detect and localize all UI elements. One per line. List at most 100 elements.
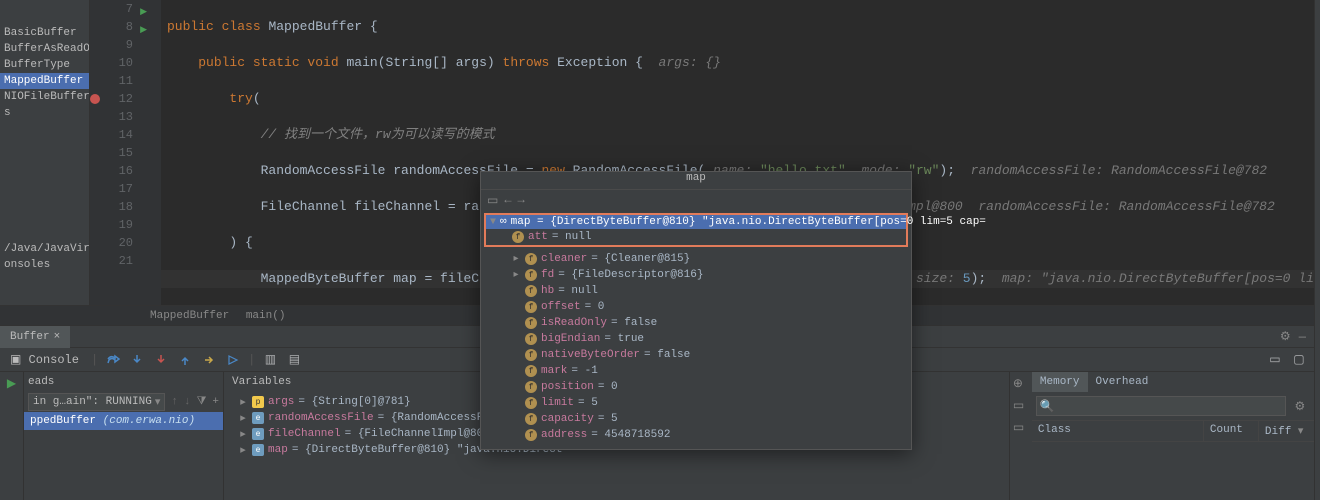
restore-icon[interactable]: ▢: [1290, 351, 1308, 369]
popup-field-node[interactable]: f capacity = 5: [481, 411, 911, 427]
line-number: 12: [119, 92, 133, 106]
field-icon: f: [525, 413, 537, 425]
popup-field-value: = false: [644, 349, 690, 361]
line-number: 15: [119, 146, 133, 160]
chevron-icon[interactable]: ▸: [238, 411, 248, 425]
filter-icon[interactable]: ⧩: [197, 396, 207, 408]
memory-tab[interactable]: Memory: [1032, 372, 1088, 392]
popup-field-node[interactable]: f limit = 5: [481, 395, 911, 411]
popup-field-name: isReadOnly: [541, 317, 607, 329]
chevron-icon[interactable]: ▸: [238, 427, 248, 441]
step-out-icon[interactable]: [176, 351, 194, 369]
tool-icon[interactable]: ▭: [1013, 398, 1029, 414]
popup-field-value: = false: [611, 317, 657, 329]
field-icon: f: [525, 365, 537, 377]
breadcrumb-class[interactable]: MappedBuffer: [150, 310, 229, 322]
tree-item[interactable]: BufferAsReadOnly: [0, 41, 89, 57]
popup-field-value: = 0: [585, 301, 605, 313]
popup-field-value: = 5: [598, 413, 618, 425]
breadcrumb-method[interactable]: main(): [246, 310, 286, 322]
popup-field-node[interactable]: f att = null: [486, 229, 906, 245]
step-over-icon[interactable]: [104, 351, 122, 369]
popup-field-value: = {FileDescriptor@816}: [558, 269, 703, 281]
popup-field-value: = -1: [571, 365, 597, 377]
rerun-icon[interactable]: ▶: [7, 376, 16, 391]
memory-search-input[interactable]: [1036, 396, 1286, 416]
run-to-cursor-icon[interactable]: [224, 351, 242, 369]
chevron-icon[interactable]: ▸: [511, 269, 521, 281]
popup-field-name: nativeByteOrder: [541, 349, 640, 361]
popup-field-name: offset: [541, 301, 581, 313]
popup-field-name: mark: [541, 365, 567, 377]
right-tool-strip[interactable]: Ant Key Promo Database: [1314, 0, 1320, 500]
popup-field-name: address: [541, 429, 587, 441]
close-icon[interactable]: ×: [54, 326, 61, 348]
col-count[interactable]: Count: [1204, 421, 1259, 441]
popup-field-node[interactable]: f position = 0: [481, 379, 911, 395]
popup-field-node[interactable]: f hb = null: [481, 283, 911, 299]
step-into-icon[interactable]: [128, 351, 146, 369]
console-tab[interactable]: ▣ Console: [4, 352, 85, 367]
add-icon[interactable]: +: [212, 396, 219, 408]
var-name: args: [268, 396, 294, 408]
field-icon: f: [525, 285, 537, 297]
popup-tool-icon[interactable]: ▭: [487, 193, 498, 208]
console-item[interactable]: onsoles: [0, 257, 89, 273]
gutter[interactable]: ▶7 ▶8 9 10 11 12 13 14 15 16 17 18 19 20…: [90, 0, 145, 305]
debug-tab[interactable]: Buffer ×: [0, 326, 70, 348]
var-value: = {String[0]@781}: [298, 396, 410, 408]
popup-root-node[interactable]: ▼ ∞ map = {DirectByteBuffer@810} "java.n…: [486, 215, 906, 229]
line-number: 21: [119, 254, 133, 268]
new-watch-icon[interactable]: ⊕: [1013, 376, 1029, 392]
popup-field-node[interactable]: f nativeByteOrder = false: [481, 347, 911, 363]
layout-icon[interactable]: ▭: [1266, 351, 1284, 369]
thread-selector[interactable]: in g…ain": RUNNING▾: [28, 393, 165, 411]
var-type-icon: e: [252, 412, 264, 424]
gear-icon[interactable]: ⚙: [1290, 396, 1310, 416]
tree-item[interactable]: s: [0, 105, 89, 121]
chevron-icon[interactable]: ▸: [511, 253, 521, 265]
stack-frame[interactable]: ppedBuffer (com.erwa.nio): [24, 412, 223, 430]
chevron-icon[interactable]: ▸: [238, 443, 248, 457]
minimize-icon[interactable]: —: [1299, 330, 1306, 344]
tree-item[interactable]: BufferType: [0, 57, 89, 73]
popup-field-node[interactable]: f mark = -1: [481, 363, 911, 379]
breakpoint-icon[interactable]: [90, 94, 100, 104]
evaluate-popup[interactable]: map ▭ ← → ▼ ∞ map = {DirectByteBuffer@81…: [480, 171, 912, 450]
trace-icon[interactable]: ▤: [285, 351, 303, 369]
evaluate-icon[interactable]: ▥: [261, 351, 279, 369]
chevron-icon[interactable]: ▸: [238, 395, 248, 409]
overhead-tab[interactable]: Overhead: [1088, 372, 1157, 392]
tree-item-selected[interactable]: MappedBuffer: [0, 73, 89, 89]
popup-highlight-box: ▼ ∞ map = {DirectByteBuffer@810} "java.n…: [484, 213, 908, 247]
popup-field-node[interactable]: f address = 4548718592: [481, 427, 911, 443]
next-frame-icon[interactable]: ↓: [184, 396, 191, 408]
chevron-down-icon[interactable]: ▼: [490, 217, 496, 228]
force-step-into-icon[interactable]: [152, 351, 170, 369]
drop-frame-icon[interactable]: [200, 351, 218, 369]
col-diff[interactable]: Diff ▾: [1259, 421, 1314, 441]
popup-field-node[interactable]: f bigEndian = true: [481, 331, 911, 347]
tree-item[interactable]: NIOFileBuffer: [0, 89, 89, 105]
back-icon[interactable]: ←: [504, 193, 511, 207]
chevron-down-icon: ▾: [1298, 426, 1304, 438]
forward-icon[interactable]: →: [518, 193, 525, 207]
popup-field-node[interactable]: f isReadOnly = false: [481, 315, 911, 331]
var-type-icon: e: [252, 444, 264, 456]
gear-icon[interactable]: ⚙: [1280, 329, 1291, 344]
line-number: 14: [119, 128, 133, 142]
structure-tree[interactable]: BasicBuffer BufferAsReadOnly BufferType …: [0, 0, 90, 305]
fold-column[interactable]: [145, 0, 161, 305]
prev-frame-icon[interactable]: ↑: [171, 396, 178, 408]
popup-title: map: [481, 172, 911, 190]
line-number: 19: [119, 218, 133, 232]
popup-field-node[interactable]: f offset = 0: [481, 299, 911, 315]
tool-icon[interactable]: ▭: [1013, 420, 1029, 436]
col-class[interactable]: Class: [1032, 421, 1204, 441]
tree-item[interactable]: BasicBuffer: [0, 25, 89, 41]
field-icon: f: [525, 381, 537, 393]
popup-field-node[interactable]: ▸ f cleaner = {Cleaner@815}: [481, 251, 911, 267]
console-item[interactable]: /Java/JavaVirtualM: [0, 241, 89, 257]
popup-field-node[interactable]: ▸ f fd = {FileDescriptor@816}: [481, 267, 911, 283]
popup-field-value: = {Cleaner@815}: [591, 253, 690, 265]
